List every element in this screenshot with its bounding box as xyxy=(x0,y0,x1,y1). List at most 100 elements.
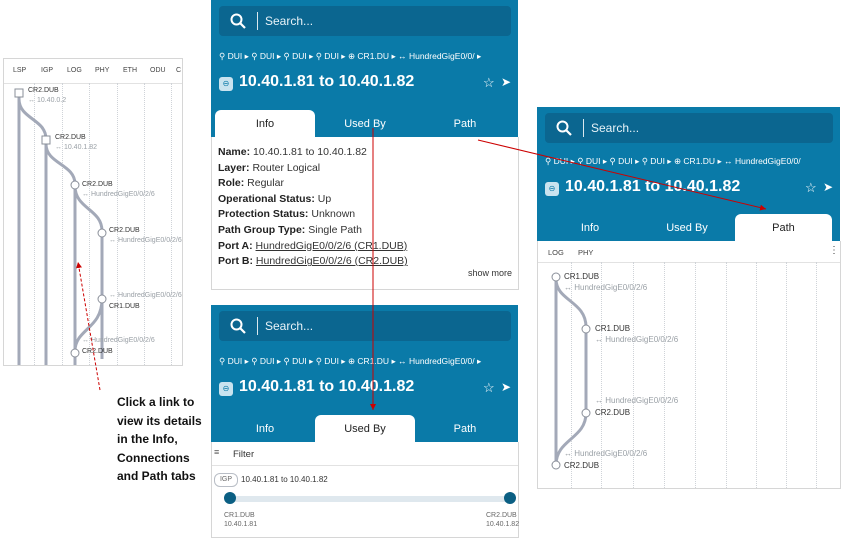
search-bar[interactable]: Search... xyxy=(219,6,511,36)
search-input[interactable]: Search... xyxy=(265,319,313,333)
tab-used-by[interactable]: Used By xyxy=(315,110,415,138)
node-label[interactable]: CR1.DUB xyxy=(109,303,140,310)
link-title: 10.40.1.81 to 10.40.1.82 xyxy=(239,378,415,395)
tab-path[interactable]: Path xyxy=(415,110,515,138)
port-a-link[interactable]: HundredGigE0/0/2/6 (CR1.DUB) xyxy=(256,240,408,252)
node-sublabel: ↔ HundredGigE0/0/2/6 xyxy=(595,335,679,344)
breadcrumb-item[interactable]: ⚲ DUI xyxy=(577,156,600,166)
locate-icon[interactable]: ➤ xyxy=(501,380,511,394)
used-by-item-title[interactable]: 10.40.1.81 to 10.40.1.82 xyxy=(241,475,328,484)
breadcrumb-item[interactable]: ⊕ CR1.DU xyxy=(674,156,715,166)
link-icon: ⊖ xyxy=(545,182,559,196)
locate-icon[interactable]: ➤ xyxy=(823,180,833,194)
filter-bar[interactable]: ≡ Filter xyxy=(212,442,518,466)
link-title: 10.40.1.81 to 10.40.1.82 xyxy=(239,73,415,90)
node-circle-icon[interactable] xyxy=(97,294,107,304)
breadcrumb-item[interactable]: ⚲ DUI xyxy=(283,51,306,61)
node-circle-icon[interactable] xyxy=(70,348,80,358)
search-input[interactable]: Search... xyxy=(591,121,639,135)
breadcrumb-item[interactable]: ⚲ DUI xyxy=(609,156,632,166)
breadcrumb-item[interactable]: ⚲ DUI xyxy=(219,356,242,366)
breadcrumb-item[interactable]: ⚲ DUI xyxy=(316,356,339,366)
endpoint-a-node: CR1.DUB xyxy=(224,512,255,519)
info-layer: Layer: Router Logical xyxy=(218,161,321,174)
node-circle-icon[interactable] xyxy=(551,272,561,282)
used-by-panel-header: Search... ⚲ DUI ▸ ⚲ DUI ▸ ⚲ DUI ▸ ⚲ DUI … xyxy=(211,305,518,443)
star-icon[interactable]: ☆ xyxy=(805,180,817,196)
tab-info[interactable]: Info xyxy=(215,415,315,443)
show-more-link[interactable]: show more xyxy=(468,268,512,278)
endpoint-a-ip: 10.40.1.81 xyxy=(224,521,258,528)
breadcrumb-item[interactable]: ⚲ DUI xyxy=(251,51,274,61)
breadcrumb-item[interactable]: ↔ HundredGigE0/0/ xyxy=(724,156,801,166)
node-label[interactable]: CR2.DUB xyxy=(55,134,86,141)
locate-icon[interactable]: ➤ xyxy=(501,75,511,89)
breadcrumb-item[interactable]: ↔ HundredGigE0/0/ xyxy=(398,51,475,61)
star-icon[interactable]: ☆ xyxy=(483,75,495,91)
callout-text: Click a link to view its details in the … xyxy=(117,395,202,483)
search-divider xyxy=(583,119,584,137)
node-label[interactable]: CR2.DUB xyxy=(109,227,140,234)
info-protection-status: Protection Status: Unknown xyxy=(218,208,356,221)
node-square-icon[interactable] xyxy=(14,88,24,98)
port-b-link[interactable]: HundredGigE0/0/2/6 (CR2.DUB) xyxy=(256,255,408,267)
breadcrumb-item[interactable]: ⚲ DUI xyxy=(642,156,665,166)
node-label[interactable]: CR2.DUB xyxy=(595,408,630,417)
tab-path[interactable]: Path xyxy=(735,214,832,242)
node-circle-icon[interactable] xyxy=(581,408,591,418)
node-label[interactable]: CR2.DUB xyxy=(82,348,113,355)
info-list: Name: 10.40.1.81 to 10.40.1.82 Layer: Ro… xyxy=(218,145,408,270)
filter-label: Filter xyxy=(233,449,255,460)
filter-icon: ≡ xyxy=(214,447,220,457)
node-circle-icon[interactable] xyxy=(581,324,591,334)
breadcrumb: ⚲ DUI ▸ ⚲ DUI ▸ ⚲ DUI ▸ ⚲ DUI ▸ ⊕ CR1.DU… xyxy=(219,356,482,366)
node-label[interactable]: CR2.DUB xyxy=(82,181,113,188)
search-divider xyxy=(257,12,258,30)
search-bar[interactable]: Search... xyxy=(219,311,511,341)
info-operational-status: Operational Status: Up xyxy=(218,192,332,205)
info-content: Name: 10.40.1.81 to 10.40.1.82 Layer: Ro… xyxy=(211,137,519,290)
search-divider xyxy=(257,317,258,335)
tab-info[interactable]: Info xyxy=(541,214,639,242)
search-input[interactable]: Search... xyxy=(265,14,313,28)
breadcrumb-item[interactable]: ↔ HundredGigE0/0/ xyxy=(398,356,475,366)
endpoint-b-dot[interactable] xyxy=(504,492,516,504)
node-sublabel: ↔ HundredGigE0/0/2/6 xyxy=(109,237,182,244)
node-circle-icon[interactable] xyxy=(70,180,80,190)
breadcrumb-item[interactable]: ⚲ DUI xyxy=(283,356,306,366)
path-content: LOG PHY ⋮ CR1.DUB ↔ HundredGigE0/0/2/6 C… xyxy=(537,241,841,489)
breadcrumb-item[interactable]: ⚲ DUI xyxy=(219,51,242,61)
node-label[interactable]: CR1.DUB xyxy=(595,324,630,333)
breadcrumb-item[interactable]: ⊕ CR1.DU xyxy=(348,356,389,366)
node-sublabel: ↔ HundredGigE0/0/2/6 xyxy=(564,449,648,458)
node-circle-icon[interactable] xyxy=(97,228,107,238)
tab-used-by[interactable]: Used By xyxy=(639,214,735,242)
breadcrumb-item[interactable]: ⚲ DUI xyxy=(316,51,339,61)
tab-bar: Info Used By Path xyxy=(537,214,840,242)
breadcrumb-item[interactable]: ⚲ DUI xyxy=(545,156,568,166)
search-icon xyxy=(230,318,246,334)
link-title-row: ⊖ 10.40.1.81 to 10.40.1.82 ☆ ➤ xyxy=(545,178,833,198)
node-sublabel: ↔ HundredGigE0/0/2/6 xyxy=(82,337,155,344)
search-bar[interactable]: Search... xyxy=(545,113,833,143)
endpoint-a-dot[interactable] xyxy=(224,492,236,504)
tab-used-by[interactable]: Used By xyxy=(315,415,415,443)
used-by-link-bar[interactable] xyxy=(230,496,510,502)
breadcrumb-item[interactable]: ⊕ CR1.DU xyxy=(348,51,389,61)
node-circle-icon[interactable] xyxy=(551,460,561,470)
node-label[interactable]: CR2.DUB xyxy=(28,87,59,94)
node-label[interactable]: CR2.DUB xyxy=(564,461,599,470)
tab-path[interactable]: Path xyxy=(415,415,515,443)
igp-badge: IGP xyxy=(214,473,238,487)
info-port-a: Port A: HundredGigE0/0/2/6 (CR1.DUB) xyxy=(218,239,408,252)
star-icon[interactable]: ☆ xyxy=(483,380,495,396)
node-square-icon[interactable] xyxy=(41,135,51,145)
link-icon: ⊖ xyxy=(219,77,233,91)
tab-info[interactable]: Info xyxy=(215,110,315,138)
link-title: 10.40.1.81 to 10.40.1.82 xyxy=(565,178,741,195)
tab-bar: Info Used By Path xyxy=(211,415,518,443)
tab-bar: Info Used By Path xyxy=(211,110,518,138)
node-label[interactable]: CR1.DUB xyxy=(564,272,599,281)
breadcrumb-item[interactable]: ⚲ DUI xyxy=(251,356,274,366)
node-sublabel: ↔ HundredGigE0/0/2/6 xyxy=(82,191,155,198)
